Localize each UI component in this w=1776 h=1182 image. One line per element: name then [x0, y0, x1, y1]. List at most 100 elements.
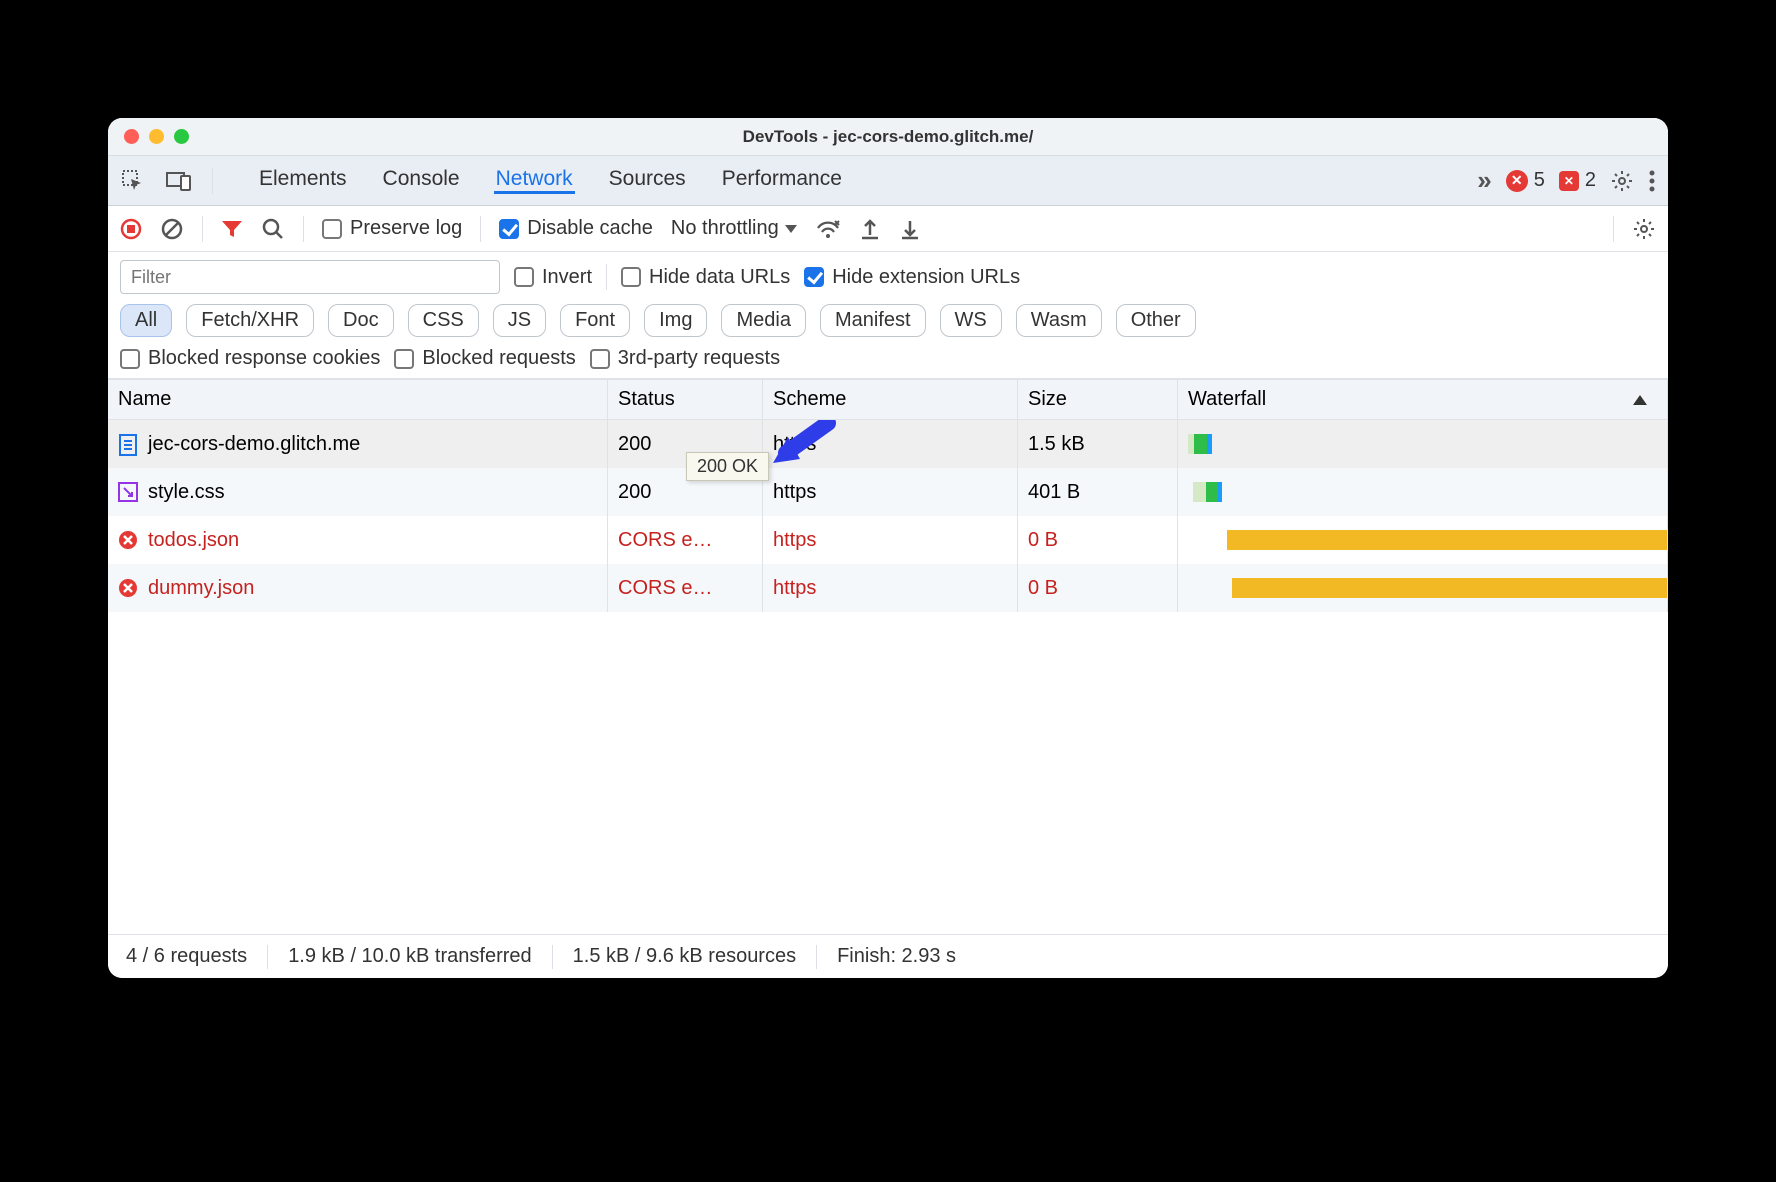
doc-icon: [118, 434, 138, 454]
request-name: style.css: [148, 481, 225, 504]
status-resources: 1.5 kB / 9.6 kB resources: [573, 945, 796, 968]
request-size: 401 B: [1018, 468, 1178, 516]
inspect-element-icon[interactable]: [120, 168, 146, 194]
type-filter-manifest[interactable]: Manifest: [820, 304, 926, 337]
filter-input[interactable]: [120, 260, 500, 294]
request-waterfall: [1178, 564, 1668, 612]
hide-extension-urls-checkbox[interactable]: Hide extension URLs: [804, 266, 1020, 289]
status-bar: 4 / 6 requests 1.9 kB / 10.0 kB transfer…: [108, 934, 1668, 978]
preserve-log-checkbox[interactable]: Preserve log: [322, 217, 462, 240]
status-tooltip: 200 OK: [686, 452, 769, 481]
more-tabs-icon[interactable]: »: [1477, 165, 1491, 196]
request-waterfall: [1178, 420, 1668, 468]
panel-tabs-bar: Elements Console Network Sources Performance…: [108, 156, 1668, 206]
request-size: 0 B: [1018, 516, 1178, 564]
request-status: CORS e…: [608, 516, 763, 564]
resource-type-filters: All Fetch/XHR Doc CSS JS Font Img Media Manifest…: [120, 304, 1656, 337]
error-icon: ✕: [1506, 170, 1528, 192]
chevron-down-icon: [785, 225, 797, 233]
type-filter-fetchxhr[interactable]: Fetch/XHR: [186, 304, 314, 337]
filter-toggle-icon[interactable]: [221, 219, 243, 239]
error-icon: [118, 530, 138, 550]
issue-count: 2: [1585, 169, 1596, 192]
type-filter-wasm[interactable]: Wasm: [1016, 304, 1102, 337]
network-toolbar: Preserve log Disable cache No throttling: [108, 206, 1668, 252]
type-filter-css[interactable]: CSS: [408, 304, 479, 337]
column-status[interactable]: Status: [608, 380, 763, 419]
tab-network[interactable]: Network: [494, 167, 575, 194]
settings-icon[interactable]: [1610, 169, 1634, 193]
request-waterfall: [1178, 468, 1668, 516]
request-scheme: https: [763, 420, 1018, 468]
error-icon: [118, 578, 138, 598]
issues-badge[interactable]: ✕ 2: [1559, 169, 1596, 192]
type-filter-other[interactable]: Other: [1116, 304, 1196, 337]
invert-checkbox[interactable]: Invert: [514, 266, 592, 289]
blocked-requests-checkbox[interactable]: Blocked requests: [394, 347, 575, 370]
column-size[interactable]: Size: [1018, 380, 1178, 419]
request-name: dummy.json: [148, 577, 254, 600]
request-status: CORS e…: [608, 564, 763, 612]
request-waterfall: [1178, 516, 1668, 564]
window-title: DevTools - jec-cors-demo.glitch.me/: [108, 127, 1668, 147]
record-button[interactable]: [120, 218, 142, 240]
type-filter-ws[interactable]: WS: [940, 304, 1002, 337]
table-row[interactable]: style.css200https401 B: [108, 468, 1668, 516]
request-size: 0 B: [1018, 564, 1178, 612]
tab-performance[interactable]: Performance: [720, 167, 844, 194]
type-filter-all[interactable]: All: [120, 304, 172, 337]
hide-data-urls-checkbox[interactable]: Hide data URLs: [621, 266, 790, 289]
title-bar: DevTools - jec-cors-demo.glitch.me/: [108, 118, 1668, 156]
tab-elements[interactable]: Elements: [257, 167, 349, 194]
clear-button[interactable]: [160, 217, 184, 241]
separator: [202, 216, 203, 242]
throttling-select[interactable]: No throttling: [671, 217, 797, 240]
device-toolbar-icon[interactable]: [166, 168, 192, 194]
network-settings-icon[interactable]: [1632, 217, 1656, 241]
table-body: jec-cors-demo.glitch.me200https1.5 kBsty…: [108, 420, 1668, 934]
tab-sources[interactable]: Sources: [607, 167, 688, 194]
request-name: todos.json: [148, 529, 239, 552]
customize-menu-icon[interactable]: [1648, 169, 1656, 193]
import-har-icon[interactable]: [899, 217, 921, 241]
type-filter-img[interactable]: Img: [644, 304, 707, 337]
export-har-icon[interactable]: [859, 217, 881, 241]
network-conditions-icon[interactable]: [815, 218, 841, 240]
throttling-label: No throttling: [671, 217, 779, 240]
column-scheme[interactable]: Scheme: [763, 380, 1018, 419]
sort-indicator-icon: [1633, 395, 1647, 405]
disable-cache-checkbox[interactable]: Disable cache: [499, 217, 653, 240]
request-scheme: https: [763, 468, 1018, 516]
disable-cache-label: Disable cache: [527, 217, 653, 240]
separator: [1613, 216, 1614, 242]
table-row[interactable]: todos.jsonCORS e…https0 B: [108, 516, 1668, 564]
css-icon: [118, 482, 138, 502]
type-filter-js[interactable]: JS: [493, 304, 546, 337]
separator: [480, 216, 481, 242]
type-filter-doc[interactable]: Doc: [328, 304, 394, 337]
network-table: Name Status Scheme Size Waterfall jec-co…: [108, 379, 1668, 934]
main-tabs: Elements Console Network Sources Performance: [257, 167, 844, 194]
issue-icon: ✕: [1559, 171, 1579, 191]
search-icon[interactable]: [261, 217, 285, 241]
errors-badge[interactable]: ✕ 5: [1506, 169, 1545, 192]
devtools-window: DevTools - jec-cors-demo.glitch.me/ Elem…: [108, 118, 1668, 978]
request-size: 1.5 kB: [1018, 420, 1178, 468]
error-count: 5: [1534, 169, 1545, 192]
type-filter-font[interactable]: Font: [560, 304, 630, 337]
third-party-checkbox[interactable]: 3rd-party requests: [590, 347, 780, 370]
blocked-cookies-checkbox[interactable]: Blocked response cookies: [120, 347, 380, 370]
table-row[interactable]: dummy.json CORS e…https0 B: [108, 564, 1668, 612]
preserve-log-label: Preserve log: [350, 217, 462, 240]
table-row[interactable]: jec-cors-demo.glitch.me200https1.5 kB: [108, 420, 1668, 468]
type-filter-media[interactable]: Media: [721, 304, 805, 337]
separator: [606, 264, 607, 290]
column-name[interactable]: Name: [108, 380, 608, 419]
network-filters: Invert Hide data URLs Hide extension URL…: [108, 252, 1668, 379]
tab-console[interactable]: Console: [381, 167, 462, 194]
request-name: jec-cors-demo.glitch.me: [148, 433, 360, 456]
request-scheme: https: [763, 564, 1018, 612]
status-finish: Finish: 2.93 s: [837, 945, 956, 968]
status-transferred: 1.9 kB / 10.0 kB transferred: [288, 945, 531, 968]
column-waterfall[interactable]: Waterfall: [1178, 380, 1668, 419]
